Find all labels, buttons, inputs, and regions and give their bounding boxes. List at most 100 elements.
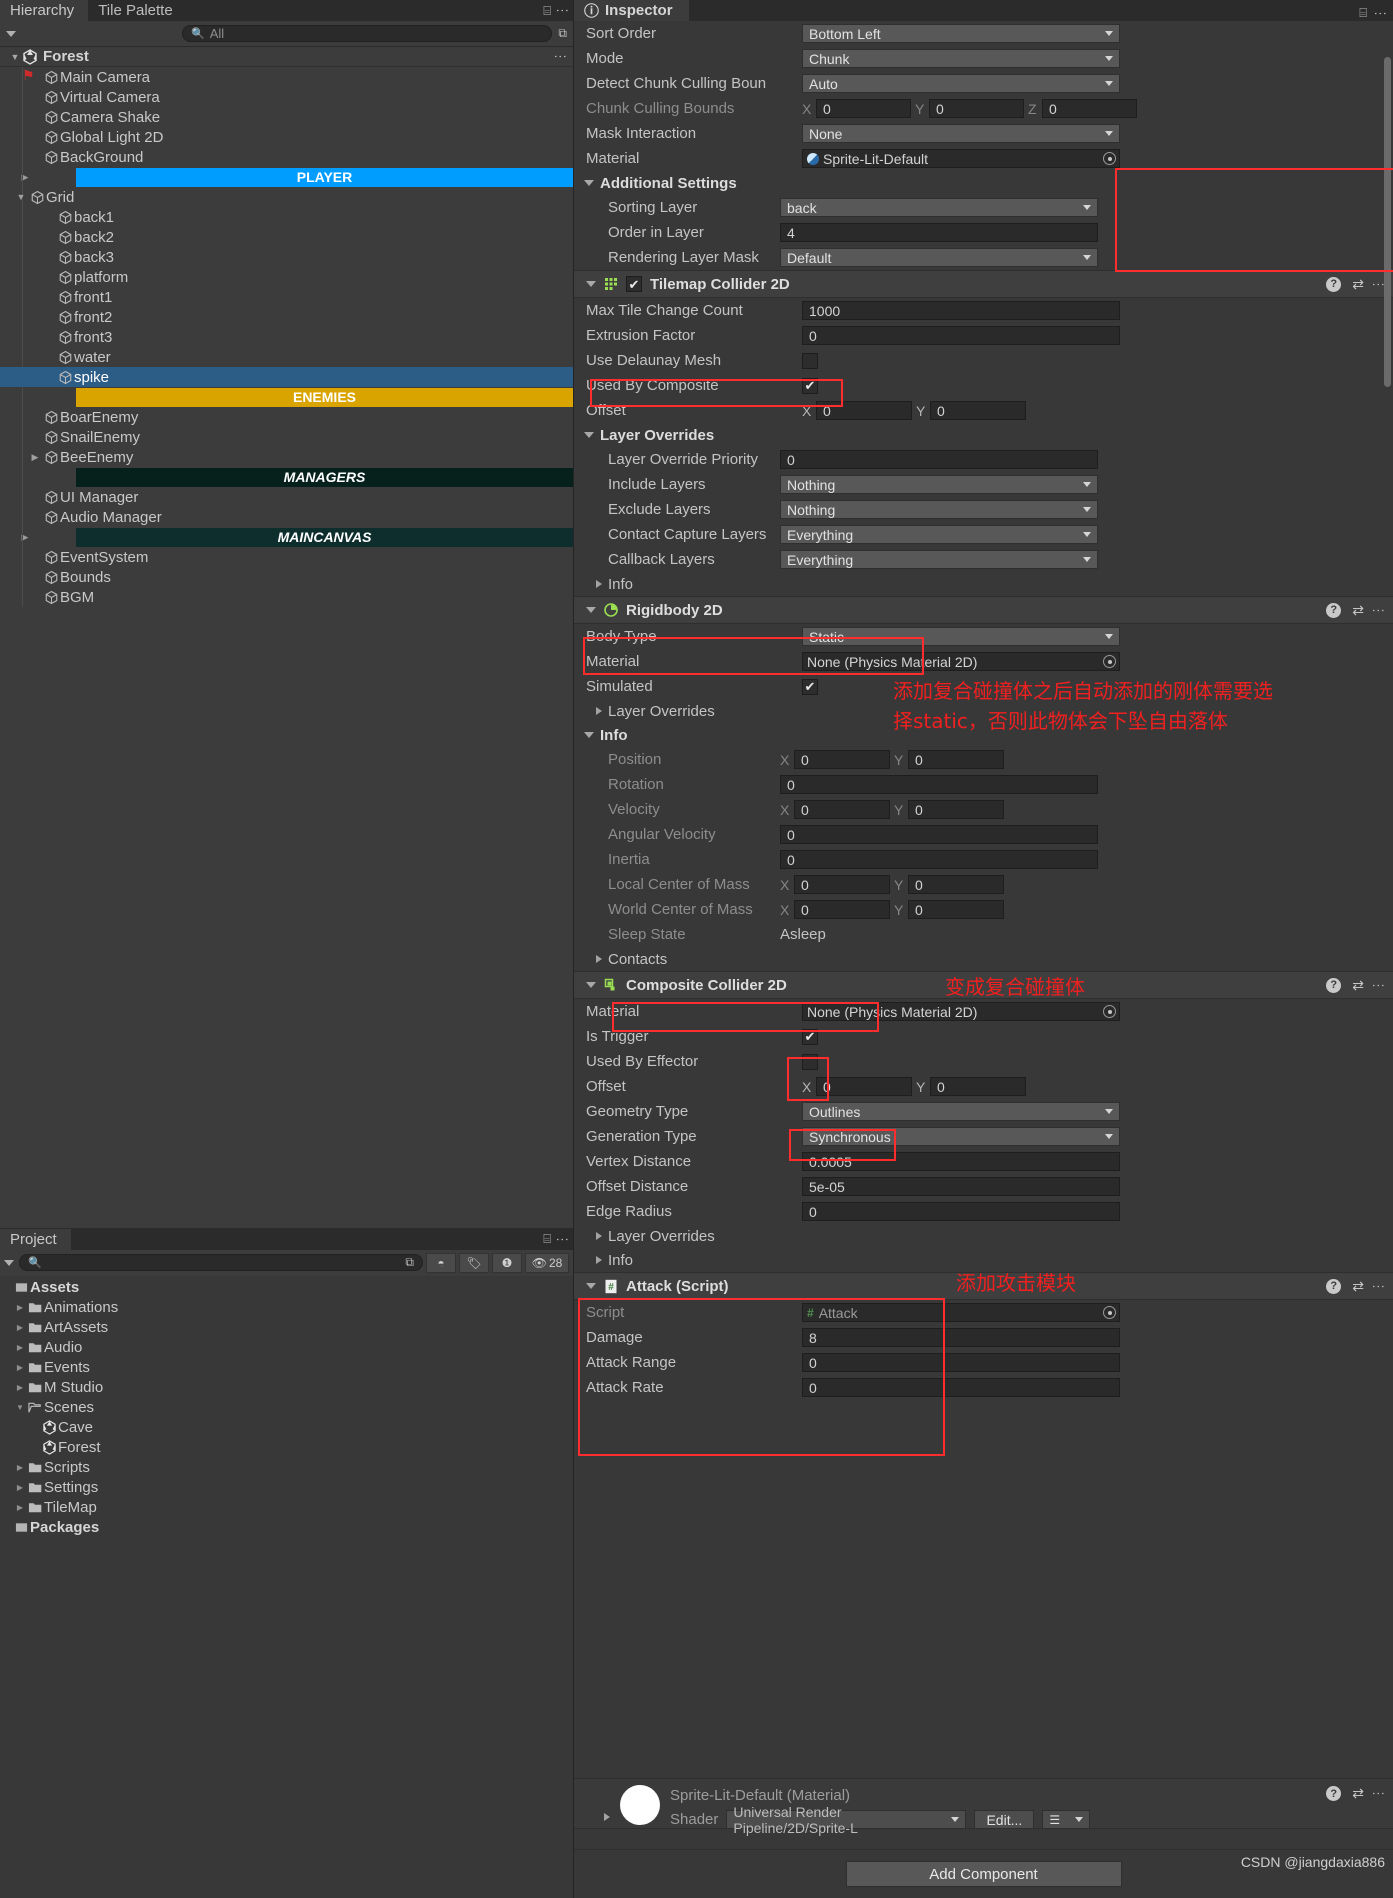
input-angular-velocity[interactable]: 0: [780, 825, 1098, 844]
object-field-material[interactable]: None (Physics Material 2D): [802, 652, 1120, 671]
input-max-tile-change-count[interactable]: 1000: [802, 301, 1120, 320]
input-attack-rate[interactable]: 0: [802, 1378, 1120, 1397]
section-contacts[interactable]: Contacts: [574, 947, 1393, 971]
project-menu-icon[interactable]: ⋮: [555, 1233, 570, 1246]
hierarchy-item-ui-manager[interactable]: UI Manager: [0, 487, 573, 507]
checkbox-used-by-effector[interactable]: [802, 1053, 818, 1070]
project-add-dropdown-icon[interactable]: [4, 1259, 14, 1266]
script-field-script[interactable]: # Attack: [802, 1303, 1120, 1322]
component-header-rigidbody-2d[interactable]: Rigidbody 2D? ⇄ ⋮: [574, 596, 1393, 624]
preset-icon[interactable]: ⇄: [1352, 276, 1364, 293]
object-picker-icon[interactable]: [1103, 1005, 1116, 1018]
project-item-animations[interactable]: ▶ Animations: [0, 1298, 573, 1318]
checkbox-use-delaunay-mesh[interactable]: [802, 352, 818, 369]
input-world-center-of-mass-x[interactable]: 0: [794, 900, 890, 919]
tab-inspector[interactable]: ⓘ Inspector: [574, 0, 689, 21]
hierarchy-item-bgm[interactable]: BGM: [0, 587, 573, 607]
project-search-expand-icon[interactable]: ⧉: [405, 1255, 414, 1270]
help-icon[interactable]: ?: [1326, 977, 1342, 993]
chevron-down-icon[interactable]: ▼: [14, 192, 28, 202]
project-item-m-studio[interactable]: ▶ M Studio: [0, 1378, 573, 1398]
input-attack-range[interactable]: 0: [802, 1353, 1120, 1372]
shader-edit-button[interactable]: Edit...: [974, 1810, 1035, 1829]
hierarchy-search-box[interactable]: 🔍: [182, 25, 553, 42]
input-offset-y[interactable]: 0: [930, 401, 1026, 420]
project-search-input[interactable]: [47, 1255, 400, 1270]
input-local-center-of-mass-y[interactable]: 0: [908, 875, 1004, 894]
chevron-down-icon[interactable]: [586, 607, 596, 613]
hierarchy-menu-icon[interactable]: ⋮: [555, 4, 570, 17]
project-item-cave[interactable]: Cave: [0, 1418, 573, 1438]
chevron-right-icon[interactable]: [596, 707, 602, 715]
hierarchy-banner-player[interactable]: ▶ PLAYER: [0, 167, 573, 187]
hierarchy-item-back1[interactable]: back1: [0, 207, 573, 227]
hierarchy-item-back3[interactable]: back3: [0, 247, 573, 267]
chevron-right-icon[interactable]: [596, 580, 602, 588]
hierarchy-item-camera-shake[interactable]: Camera Shake: [0, 107, 573, 127]
hierarchy-item-beeenemy[interactable]: ▶ BeeEnemy: [0, 447, 573, 467]
project-item-events[interactable]: ▶ Events: [0, 1358, 573, 1378]
input-layer-override-priority[interactable]: 0: [780, 450, 1098, 469]
component-menu-icon[interactable]: ⋮: [1371, 604, 1386, 617]
input-position-y[interactable]: 0: [908, 750, 1004, 769]
hierarchy-item-grid[interactable]: ▼ Grid: [0, 187, 573, 207]
project-item-artassets[interactable]: ▶ ArtAssets: [0, 1318, 573, 1338]
input-position-x[interactable]: 0: [794, 750, 890, 769]
object-field-material[interactable]: None (Physics Material 2D): [802, 1002, 1120, 1021]
component-menu-icon[interactable]: ⋮: [1371, 278, 1386, 291]
chevron-down-icon[interactable]: ▼: [14, 1403, 26, 1412]
filter-by-label-icon[interactable]: 🏷: [459, 1252, 489, 1273]
hierarchy-item-back2[interactable]: back2: [0, 227, 573, 247]
input-vertex-distance[interactable]: 0.0005: [802, 1152, 1120, 1171]
help-icon[interactable]: ?: [1326, 1786, 1342, 1801]
dropdown-contact-capture-layers[interactable]: Everything: [780, 525, 1098, 544]
warning-filter-icon[interactable]: ❶: [492, 1252, 522, 1273]
chevron-right-icon[interactable]: ▶: [14, 1503, 26, 1512]
dropdown-callback-layers[interactable]: Everything: [780, 550, 1098, 569]
checkbox-used-by-composite[interactable]: [802, 377, 818, 394]
input-rotation[interactable]: 0: [780, 775, 1098, 794]
input-velocity-x[interactable]: 0: [794, 800, 890, 819]
hierarchy-item-eventsystem[interactable]: EventSystem: [0, 547, 573, 567]
filter-by-type-icon[interactable]: ◓: [426, 1252, 456, 1273]
hierarchy-search-input[interactable]: [209, 26, 544, 41]
dropdown-generation-type[interactable]: Synchronous: [802, 1127, 1120, 1146]
chevron-right-icon[interactable]: ▶: [14, 1303, 26, 1312]
inspector-menu-icon[interactable]: ⋮: [1373, 7, 1388, 20]
input-offset-x[interactable]: 0: [816, 1077, 912, 1096]
section-info[interactable]: Info: [574, 572, 1393, 596]
project-item-settings[interactable]: ▶ Settings: [0, 1478, 573, 1498]
checkbox-is-trigger[interactable]: [802, 1028, 818, 1045]
hierarchy-item-front2[interactable]: front2: [0, 307, 573, 327]
chevron-down-icon[interactable]: [586, 281, 596, 287]
hierarchy-scene-row[interactable]: ▼ Forest ⋮: [0, 47, 573, 67]
chevron-down-icon[interactable]: ▼: [8, 52, 22, 62]
chevron-right-icon[interactable]: ▶: [14, 1343, 26, 1352]
project-lock-icon[interactable]: ⌸: [543, 1231, 551, 1247]
section-additional-settings[interactable]: Additional Settings: [574, 171, 1393, 195]
hidden-items-count[interactable]: 👁 28: [525, 1252, 569, 1273]
section-layer-overrides[interactable]: Layer Overrides: [574, 423, 1393, 447]
hierarchy-item-boarenemy[interactable]: BoarEnemy: [0, 407, 573, 427]
project-item-forest[interactable]: Forest: [0, 1438, 573, 1458]
tab-tile-palette[interactable]: Tile Palette: [88, 0, 186, 21]
chevron-down-icon[interactable]: [586, 1283, 596, 1289]
input-velocity-y[interactable]: 0: [908, 800, 1004, 819]
help-icon[interactable]: ?: [1326, 276, 1342, 292]
add-component-button[interactable]: Add Component: [845, 1861, 1122, 1887]
dropdown-exclude-layers[interactable]: Nothing: [780, 500, 1098, 519]
dropdown-rendering-layer-mask[interactable]: Default: [780, 248, 1098, 267]
hierarchy-item-front1[interactable]: front1: [0, 287, 573, 307]
section-layer-overrides[interactable]: Layer Overrides: [574, 1224, 1393, 1248]
chevron-right-icon[interactable]: ▶: [14, 1323, 26, 1332]
tab-project[interactable]: Project: [0, 1228, 71, 1250]
preset-icon[interactable]: ⇄: [1352, 602, 1364, 619]
lock-icon[interactable]: ⌸: [543, 3, 551, 19]
hierarchy-item-platform[interactable]: platform: [0, 267, 573, 287]
component-enabled-checkbox[interactable]: [626, 276, 642, 292]
chevron-right-icon[interactable]: [596, 1256, 602, 1264]
object-field-material[interactable]: Sprite-Lit-Default: [802, 149, 1120, 168]
hierarchy-item-bounds[interactable]: Bounds: [0, 567, 573, 587]
preset-icon[interactable]: ⇄: [1352, 1278, 1364, 1295]
input-extrusion-factor[interactable]: 0: [802, 326, 1120, 345]
